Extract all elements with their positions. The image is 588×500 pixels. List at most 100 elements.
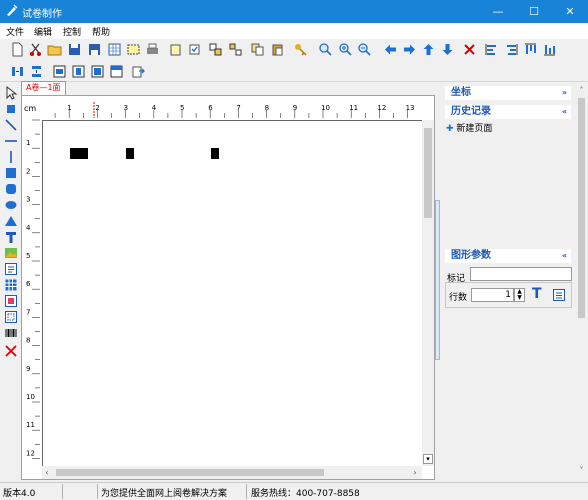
- save-icon[interactable]: [67, 42, 82, 57]
- note-icon[interactable]: [168, 42, 183, 57]
- rectangle-icon[interactable]: [4, 166, 18, 180]
- coords-header[interactable]: 坐标 »: [445, 86, 571, 100]
- distribute-horizontal-icon[interactable]: [10, 64, 25, 79]
- positioning-mark[interactable]: [70, 148, 88, 159]
- horizontal-line-icon[interactable]: [4, 134, 18, 148]
- panel-scrollbar[interactable]: ˄ ˅: [575, 84, 588, 480]
- scroll-down-icon[interactable]: ▾: [423, 454, 433, 464]
- rows-label: 行数: [449, 293, 468, 303]
- maximize-button[interactable]: ☐: [516, 0, 552, 23]
- export-icon[interactable]: [131, 64, 146, 79]
- bring-front-icon[interactable]: [109, 64, 124, 79]
- same-width-icon[interactable]: [52, 64, 67, 79]
- align-bottom-icon[interactable]: [542, 42, 557, 57]
- horizontal-scrollbar[interactable]: ‹ ›: [42, 466, 422, 479]
- positioning-mark[interactable]: [126, 148, 134, 159]
- barcode-icon[interactable]: [4, 326, 18, 340]
- coords-title: 坐标: [451, 87, 471, 98]
- vertical-line-icon[interactable]: [4, 150, 18, 164]
- delete-icon[interactable]: [462, 42, 477, 57]
- scroll-up-icon[interactable]: ˄: [576, 86, 587, 96]
- checkbox-icon[interactable]: [187, 42, 202, 57]
- menu-help[interactable]: 帮助: [92, 25, 110, 38]
- stepper-arrows-icon[interactable]: ▲ ▼: [514, 288, 525, 302]
- list-icon[interactable]: [552, 288, 566, 302]
- pointer-icon[interactable]: [4, 86, 18, 100]
- diagonal-line-icon[interactable]: [4, 118, 18, 132]
- triangle-icon[interactable]: [4, 214, 18, 228]
- ruler-label: 6: [208, 104, 213, 112]
- grid-icon[interactable]: [107, 42, 122, 57]
- chevron-up-icon[interactable]: «: [562, 249, 567, 263]
- ungroup-icon[interactable]: [228, 42, 243, 57]
- same-size-icon[interactable]: [90, 64, 105, 79]
- chevron-down-icon[interactable]: »: [562, 86, 567, 100]
- scroll-right-icon[interactable]: ›: [410, 467, 420, 478]
- document-tab[interactable]: A卷—1面: [21, 81, 66, 95]
- open-folder-icon[interactable]: [47, 42, 62, 57]
- menu-file[interactable]: 文件: [6, 25, 24, 38]
- text-tool-icon[interactable]: [4, 230, 18, 244]
- key-icon[interactable]: [293, 42, 308, 57]
- zoom-fit-icon[interactable]: [318, 42, 333, 57]
- paste-icon[interactable]: [270, 42, 285, 57]
- main-toolbar: [0, 39, 588, 61]
- save-as-icon[interactable]: [87, 42, 102, 57]
- ruler-label: 7: [236, 104, 240, 112]
- zoom-out-icon[interactable]: [357, 42, 372, 57]
- text-box-icon[interactable]: [4, 262, 18, 276]
- menu-edit[interactable]: 编辑: [34, 25, 52, 38]
- close-button[interactable]: ✕: [552, 0, 588, 23]
- table-tool-icon[interactable]: [4, 278, 18, 292]
- delete-shape-icon[interactable]: [4, 344, 18, 358]
- scroll-thumb[interactable]: [424, 128, 432, 218]
- distribute-vertical-icon[interactable]: [29, 64, 44, 79]
- rows-stepper[interactable]: [471, 288, 514, 302]
- panel-splitter[interactable]: [435, 200, 440, 360]
- new-file-icon[interactable]: [10, 42, 25, 57]
- history-item[interactable]: ✚ 新建页面: [446, 121, 492, 134]
- arrow-down-icon[interactable]: [440, 42, 455, 57]
- arrow-left-icon[interactable]: [383, 42, 398, 57]
- option-box-icon[interactable]: [4, 294, 18, 308]
- arrow-right-icon[interactable]: [402, 42, 417, 57]
- answer-area-icon[interactable]: [4, 310, 18, 324]
- scroll-thumb[interactable]: [56, 469, 324, 476]
- text-icon[interactable]: T: [532, 286, 542, 302]
- history-title: 历史记录: [451, 106, 491, 117]
- ruler-label: 3: [124, 104, 128, 112]
- scroll-left-icon[interactable]: ‹: [42, 467, 52, 478]
- cut-icon[interactable]: [28, 42, 43, 57]
- arrow-up-icon[interactable]: [421, 42, 436, 57]
- align-top-icon[interactable]: [523, 42, 538, 57]
- history-header[interactable]: 历史记录 «: [445, 105, 571, 119]
- group-icon[interactable]: [208, 42, 223, 57]
- shape-params-header[interactable]: 图形参数 «: [445, 249, 571, 263]
- image-tool-icon[interactable]: [4, 246, 18, 260]
- align-left-icon[interactable]: [484, 42, 499, 57]
- same-height-icon[interactable]: [71, 64, 86, 79]
- copy-icon[interactable]: [250, 42, 265, 57]
- shape-params-title: 图形参数: [451, 250, 491, 261]
- zoom-in-icon[interactable]: [338, 42, 353, 57]
- minimize-button[interactable]: —: [480, 0, 516, 23]
- rounded-rect-icon[interactable]: [4, 182, 18, 196]
- scroll-down-icon[interactable]: ˅: [576, 466, 587, 476]
- frame-icon[interactable]: [126, 42, 141, 57]
- menu-control[interactable]: 控制: [63, 25, 81, 38]
- mark-input[interactable]: [470, 267, 572, 281]
- chevron-up-icon[interactable]: «: [562, 105, 567, 119]
- ruler-label: 9: [26, 365, 30, 373]
- paper-page[interactable]: [42, 120, 422, 466]
- positioning-mark[interactable]: [211, 148, 219, 159]
- align-right-icon[interactable]: [504, 42, 519, 57]
- version-text: 版本4.0: [3, 489, 36, 499]
- vertical-scrollbar[interactable]: ▾: [422, 120, 434, 466]
- scroll-thumb[interactable]: [578, 98, 585, 318]
- ellipse-icon[interactable]: [4, 198, 18, 212]
- ruler-label: 10: [321, 104, 330, 112]
- print-icon[interactable]: [145, 42, 160, 57]
- small-rect-icon[interactable]: [4, 102, 18, 116]
- ruler-label: 9: [293, 104, 297, 112]
- hotline-text: 服务热线：400-707-8858: [251, 489, 360, 499]
